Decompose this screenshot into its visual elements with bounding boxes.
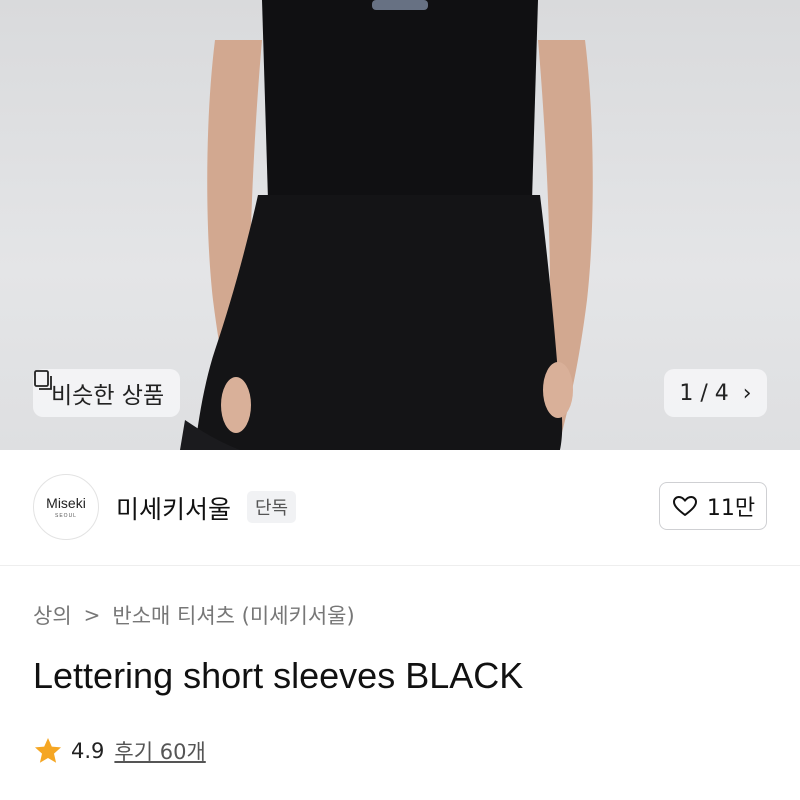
brand-name-link[interactable]: 미세키서울 xyxy=(116,490,231,526)
brand-logo-avatar[interactable]: Miseki SEOUL xyxy=(33,474,99,540)
similar-products-label: 비슷한 상품 xyxy=(51,383,165,409)
brand-logo-text: Miseki xyxy=(46,495,86,511)
like-count: 11만 xyxy=(706,496,756,521)
copy-icon xyxy=(34,370,52,390)
heart-icon xyxy=(672,496,697,516)
breadcrumb-item-subcategory[interactable]: 반소매 티셔츠 (미세키서울) xyxy=(112,600,354,630)
product-title: Lettering short sleeves BLACK xyxy=(33,655,524,696)
chevron-right-icon: › xyxy=(742,380,752,406)
breadcrumb-separator: > xyxy=(83,603,101,627)
similar-products-button[interactable]: 비슷한 상품 xyxy=(33,369,181,417)
product-rating: 4.9 후기 60개 xyxy=(33,734,206,768)
star-icon xyxy=(35,738,61,763)
exclusive-badge: 단독 xyxy=(247,491,297,523)
review-count-link[interactable]: 후기 60개 xyxy=(114,736,205,766)
brand-row: Miseki SEOUL 미세키서울 단독 11만 xyxy=(0,450,800,565)
breadcrumb: 상의 > 반소매 티셔츠 (미세키서울) xyxy=(33,599,355,631)
rating-value: 4.9 xyxy=(71,739,105,763)
product-image-carousel[interactable]: 비슷한 상품 1 / 4 › xyxy=(0,0,800,450)
brand-logo-subtext: SEOUL xyxy=(55,513,77,519)
section-divider xyxy=(0,565,800,566)
like-button[interactable]: 11만 xyxy=(659,482,767,530)
image-page-counter[interactable]: 1 / 4 › xyxy=(664,369,767,417)
page-counter-text: 1 / 4 xyxy=(679,380,729,406)
breadcrumb-item-category[interactable]: 상의 xyxy=(33,600,72,630)
